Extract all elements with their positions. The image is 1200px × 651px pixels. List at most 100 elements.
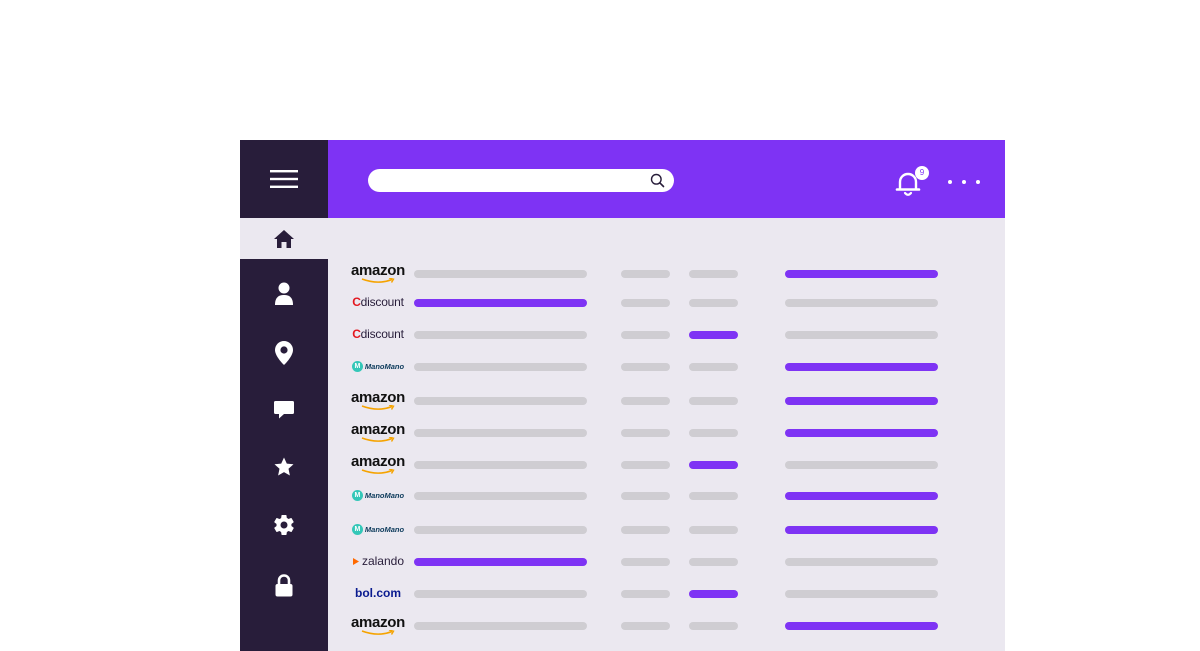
sidebar — [240, 140, 328, 651]
store-list: amazon Cdiscount Cdiscount M ManoMano amazon a… — [328, 259, 1005, 651]
store-row[interactable]: amazon — [328, 454, 1005, 474]
amazon-logo-text: amazon — [351, 422, 405, 442]
top-bar: 9 — [328, 140, 1005, 218]
more-dot-icon — [962, 180, 966, 184]
amazon-logo-text: amazon — [351, 615, 405, 635]
highlight-bar — [689, 590, 738, 598]
menu-icon — [270, 170, 298, 188]
highlight-bar — [689, 331, 738, 339]
chat-icon — [274, 401, 294, 419]
more-options-button[interactable] — [948, 174, 980, 190]
store-row[interactable]: amazon — [328, 422, 1005, 442]
store-row[interactable]: amazon — [328, 615, 1005, 635]
highlight-bar — [785, 397, 938, 405]
placeholder-bar — [414, 526, 587, 534]
sidebar-item-security[interactable] — [240, 566, 328, 606]
amazon-logo: amazon — [348, 390, 408, 410]
placeholder-bar — [621, 331, 670, 339]
store-row[interactable]: M ManoMano — [328, 485, 1005, 505]
gear-icon — [274, 515, 294, 536]
bol-logo: bol.com — [354, 586, 401, 600]
cdiscount-logo: Cdiscount — [352, 327, 404, 341]
placeholder-bar — [621, 270, 670, 278]
manomano-logo: M ManoMano — [348, 356, 408, 376]
placeholder-bar — [621, 397, 670, 405]
manomano-logo: M ManoMano — [348, 519, 408, 539]
placeholder-bar — [785, 461, 938, 469]
placeholder-bar — [414, 461, 587, 469]
placeholder-bar — [785, 331, 938, 339]
amazon-logo-text: amazon — [351, 454, 405, 474]
more-dot-icon — [976, 180, 980, 184]
amazon-logo: amazon — [348, 615, 408, 635]
placeholder-bar — [621, 558, 670, 566]
placeholder-bar — [414, 270, 587, 278]
highlight-bar — [785, 492, 938, 500]
store-row[interactable]: amazon — [328, 390, 1005, 410]
highlight-bar — [785, 429, 938, 437]
placeholder-bar — [621, 492, 670, 500]
placeholder-bar — [785, 558, 938, 566]
more-dot-icon — [948, 180, 952, 184]
sidebar-item-profile[interactable] — [240, 274, 328, 314]
sidebar-item-messages[interactable] — [240, 390, 328, 430]
highlight-bar — [414, 558, 587, 566]
location-pin-icon — [275, 341, 293, 365]
lock-icon — [275, 574, 293, 597]
placeholder-bar — [689, 492, 738, 500]
notification-badge: 9 — [915, 166, 929, 180]
placeholder-bar — [414, 331, 587, 339]
amazon-logo: amazon — [348, 454, 408, 474]
zalando-logo: zalando — [348, 551, 408, 571]
placeholder-bar — [785, 299, 938, 307]
placeholder-bar — [414, 590, 587, 598]
star-icon — [274, 457, 294, 476]
placeholder-bar — [621, 461, 670, 469]
sidebar-item-favorites[interactable] — [240, 447, 328, 487]
highlight-bar — [689, 461, 738, 469]
placeholder-bar — [689, 429, 738, 437]
store-row[interactable]: amazon — [328, 263, 1005, 283]
placeholder-bar — [414, 622, 587, 630]
sidebar-item-settings[interactable] — [240, 505, 328, 545]
search-bar — [368, 169, 674, 192]
placeholder-bar — [621, 526, 670, 534]
sidebar-item-home[interactable] — [240, 218, 328, 259]
placeholder-bar — [689, 299, 738, 307]
placeholder-bar — [621, 429, 670, 437]
store-row[interactable]: M ManoMano — [328, 356, 1005, 376]
highlight-bar — [785, 363, 938, 371]
placeholder-bar — [621, 590, 670, 598]
placeholder-bar — [689, 270, 738, 278]
sidebar-item-location[interactable] — [240, 333, 328, 373]
placeholder-bar — [689, 558, 738, 566]
manomano-logo: M ManoMano — [348, 485, 408, 505]
amazon-logo: amazon — [348, 263, 408, 283]
highlight-bar — [785, 526, 938, 534]
amazon-logo-text: amazon — [351, 263, 405, 283]
cdiscount-logo: Cdiscount — [352, 295, 404, 309]
placeholder-bar — [414, 429, 587, 437]
placeholder-bar — [621, 363, 670, 371]
placeholder-bar — [785, 590, 938, 598]
placeholder-bar — [414, 492, 587, 500]
amazon-logo: amazon — [348, 422, 408, 442]
store-row[interactable]: bol.com — [328, 583, 1005, 603]
app-window: 9 amazon Cdiscount Cdiscount M ManoMano amazo… — [240, 140, 1005, 651]
store-row[interactable]: M ManoMano — [328, 519, 1005, 539]
store-row[interactable]: Cdiscount — [328, 324, 1005, 344]
amazon-logo-text: amazon — [351, 390, 405, 410]
placeholder-bar — [621, 622, 670, 630]
home-icon — [274, 229, 294, 248]
store-row[interactable]: Cdiscount — [328, 292, 1005, 312]
search-icon[interactable] — [650, 173, 665, 188]
menu-button[interactable] — [240, 140, 328, 218]
placeholder-bar — [414, 363, 587, 371]
search-input[interactable] — [380, 172, 640, 189]
placeholder-bar — [689, 363, 738, 371]
store-row[interactable]: zalando — [328, 551, 1005, 571]
user-icon — [275, 282, 293, 305]
placeholder-bar — [689, 397, 738, 405]
placeholder-bar — [689, 526, 738, 534]
placeholder-bar — [621, 299, 670, 307]
